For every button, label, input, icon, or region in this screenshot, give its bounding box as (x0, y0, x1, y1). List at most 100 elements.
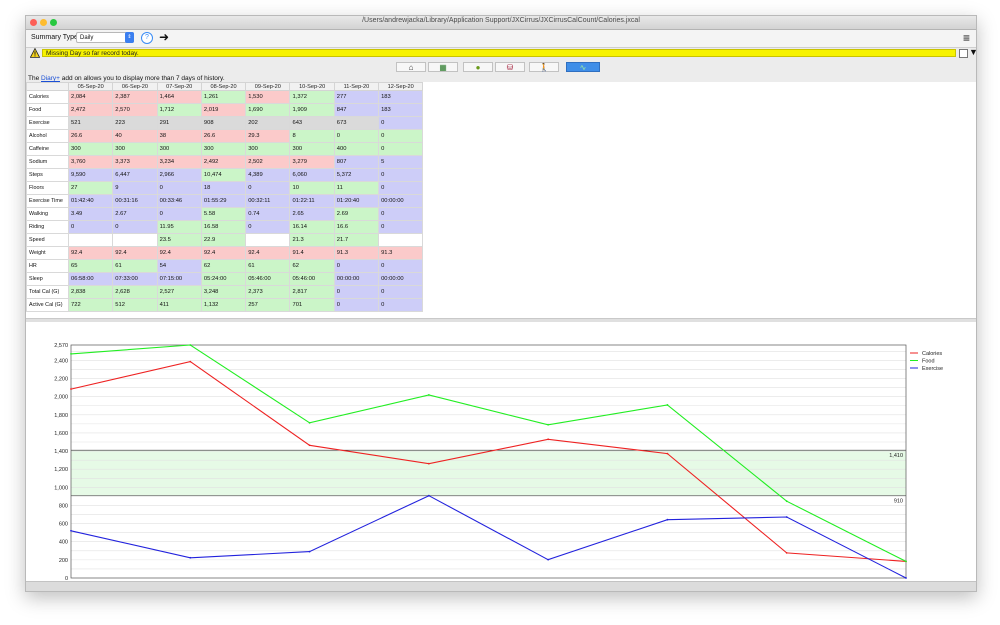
table-cell[interactable]: 8 (289, 129, 335, 143)
table-cell[interactable]: 0 (378, 298, 424, 312)
table-cell[interactable]: 91.4 (289, 246, 335, 260)
table-cell[interactable]: 521 (67, 116, 114, 130)
table-cell[interactable]: 807 (333, 155, 380, 169)
table-cell[interactable]: 91.3 (333, 246, 380, 260)
table-cell[interactable]: 277 (333, 90, 380, 104)
table-cell[interactable]: 00:00:00 (333, 272, 380, 286)
table-cell[interactable]: 07:33:00 (112, 272, 158, 286)
table-cell[interactable]: 2,373 (245, 285, 291, 299)
table-cell[interactable]: 01:22:11 (289, 194, 335, 208)
table-cell[interactable]: 92.4 (67, 246, 114, 260)
table-cell[interactable]: 00:33:46 (156, 194, 202, 208)
table-cell[interactable]: 3,248 (200, 285, 247, 299)
table-cell[interactable]: 300 (200, 142, 247, 156)
table-cell[interactable]: 92.4 (156, 246, 202, 260)
table-cell[interactable]: 05:24:00 (200, 272, 247, 286)
table-cell[interactable]: 411 (156, 298, 202, 312)
table-cell[interactable]: 722 (67, 298, 114, 312)
table-cell[interactable]: 1,372 (289, 90, 335, 104)
table-cell[interactable]: 5.58 (200, 207, 247, 221)
table-cell[interactable]: 23.5 (156, 233, 202, 247)
table-cell[interactable]: 16.58 (200, 220, 247, 234)
help-button[interactable]: ? (141, 32, 153, 44)
table-cell[interactable]: 21.3 (289, 233, 335, 247)
table-cell[interactable] (245, 233, 291, 247)
column-header-4[interactable]: 09-Sep-20 (245, 82, 291, 91)
table-cell[interactable]: 11.95 (156, 220, 202, 234)
table-cell[interactable]: 291 (156, 116, 202, 130)
table-cell[interactable]: 0 (156, 207, 202, 221)
table-cell[interactable] (67, 233, 114, 247)
nav-home-button[interactable]: ⌂ (396, 62, 426, 72)
table-cell[interactable]: 9,590 (67, 168, 114, 182)
table-cell[interactable]: 26.6 (200, 129, 247, 143)
table-cell[interactable]: 300 (112, 142, 158, 156)
table-cell[interactable]: 183 (378, 90, 424, 104)
nav-food-button[interactable]: ● (463, 62, 493, 72)
table-cell[interactable]: 2,966 (156, 168, 202, 182)
table-cell[interactable]: 92.4 (245, 246, 291, 260)
table-cell[interactable]: 1,712 (156, 103, 202, 117)
table-cell[interactable]: 300 (156, 142, 202, 156)
table-cell[interactable]: 701 (289, 298, 335, 312)
column-header-0[interactable]: 05-Sep-20 (67, 82, 114, 91)
table-cell[interactable]: 0 (333, 285, 380, 299)
table-cell[interactable]: 0 (333, 259, 380, 273)
table-cell[interactable]: 0 (333, 129, 380, 143)
table-cell[interactable]: 2,628 (112, 285, 158, 299)
table-cell[interactable]: 300 (67, 142, 114, 156)
column-header-1[interactable]: 06-Sep-20 (112, 82, 158, 91)
table-cell[interactable]: 2,527 (156, 285, 202, 299)
table-cell[interactable]: 2.65 (289, 207, 335, 221)
table-cell[interactable] (378, 233, 424, 247)
table-cell[interactable]: 29.3 (245, 129, 291, 143)
table-cell[interactable]: 01:55:29 (200, 194, 247, 208)
table-cell[interactable]: 11 (333, 181, 380, 195)
table-cell[interactable]: 2,502 (245, 155, 291, 169)
table-cell[interactable]: 0 (333, 298, 380, 312)
table-cell[interactable]: 38 (156, 129, 202, 143)
nav-exercise-button[interactable]: 🚶 (529, 62, 559, 72)
table-cell[interactable]: 183 (378, 103, 424, 117)
table-cell[interactable]: 223 (112, 116, 158, 130)
table-cell[interactable]: 2,570 (112, 103, 158, 117)
column-header-6[interactable]: 11-Sep-20 (333, 82, 380, 91)
warning-expand-triangle-icon[interactable]: ▼ (969, 47, 976, 57)
table-cell[interactable]: 3,760 (67, 155, 114, 169)
table-cell[interactable]: 0 (67, 220, 114, 234)
column-header-7[interactable]: 12-Sep-20 (378, 82, 424, 91)
table-cell[interactable] (112, 233, 158, 247)
table-cell[interactable]: 0 (378, 168, 424, 182)
summary-type-select[interactable]: Daily ⇕ (76, 32, 134, 43)
table-cell[interactable]: 1,690 (245, 103, 291, 117)
table-cell[interactable]: 10 (289, 181, 335, 195)
table-cell[interactable]: 05:46:00 (289, 272, 335, 286)
table-cell[interactable]: 512 (112, 298, 158, 312)
table-cell[interactable]: 3,234 (156, 155, 202, 169)
table-cell[interactable]: 2,817 (289, 285, 335, 299)
table-cell[interactable]: 0 (156, 181, 202, 195)
table-cell[interactable]: 5,372 (333, 168, 380, 182)
table-cell[interactable]: 0 (378, 116, 424, 130)
table-cell[interactable]: 40 (112, 129, 158, 143)
table-cell[interactable]: 0 (378, 285, 424, 299)
table-cell[interactable]: 400 (333, 142, 380, 156)
table-cell[interactable]: 0 (378, 142, 424, 156)
table-cell[interactable]: 22.9 (200, 233, 247, 247)
table-cell[interactable]: 0 (378, 181, 424, 195)
table-cell[interactable]: 18 (200, 181, 247, 195)
table-cell[interactable]: 2,838 (67, 285, 114, 299)
table-cell[interactable]: 21.7 (333, 233, 380, 247)
table-cell[interactable]: 202 (245, 116, 291, 130)
table-cell[interactable]: 06:58:00 (67, 272, 114, 286)
table-cell[interactable]: 5 (378, 155, 424, 169)
table-cell[interactable]: 3.49 (67, 207, 114, 221)
table-cell[interactable]: 05:46:00 (245, 272, 291, 286)
table-cell[interactable]: 1,261 (200, 90, 247, 104)
table-cell[interactable]: 0 (245, 181, 291, 195)
column-header-2[interactable]: 07-Sep-20 (156, 82, 202, 91)
column-header-3[interactable]: 08-Sep-20 (200, 82, 247, 91)
table-cell[interactable]: 00:32:11 (245, 194, 291, 208)
table-cell[interactable]: 61 (112, 259, 158, 273)
table-cell[interactable]: 65 (67, 259, 114, 273)
